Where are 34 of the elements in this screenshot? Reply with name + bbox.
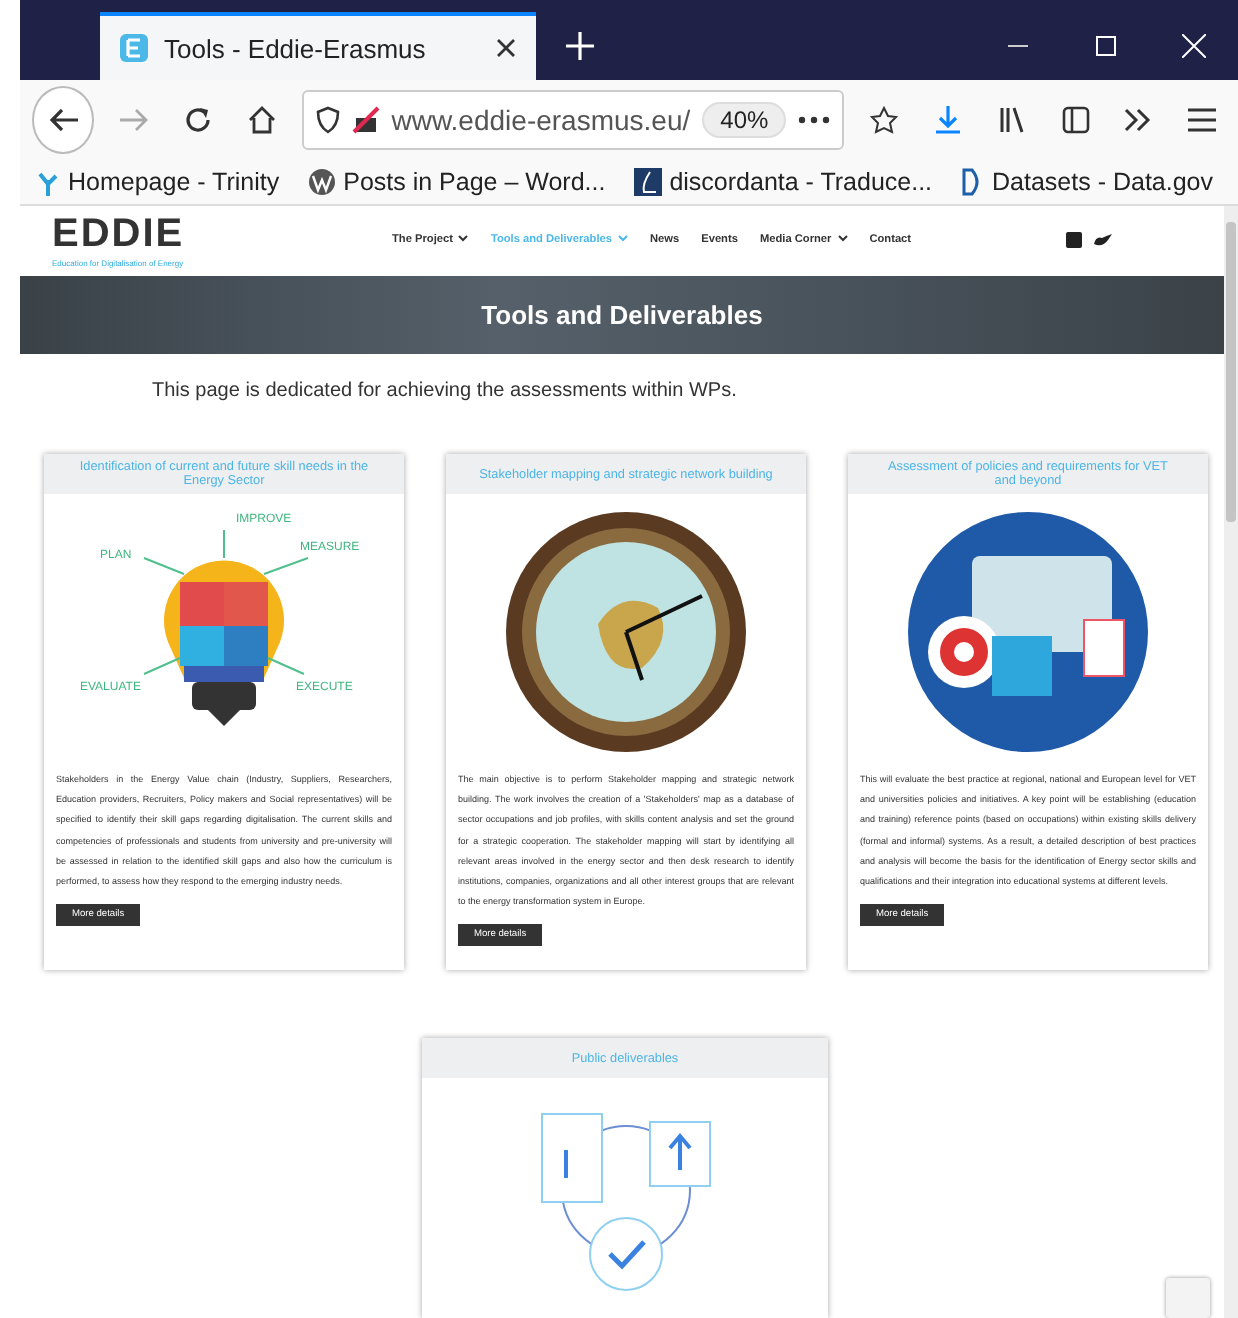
insecure-lock-icon <box>351 106 380 134</box>
network-icon <box>36 168 60 196</box>
sidebar-icon[interactable] <box>1061 106 1090 134</box>
star-icon[interactable] <box>870 106 899 134</box>
site-logo[interactable]: EDDIE <box>52 212 252 259</box>
bookmark-link[interactable]: Datasets - Data.gov <box>960 168 1213 196</box>
close-icon[interactable] <box>496 38 516 58</box>
bookmark-link[interactable]: Homepage - Trinity <box>36 168 280 196</box>
back-button[interactable] <box>32 86 95 154</box>
download-icon[interactable] <box>933 106 962 134</box>
home-icon[interactable] <box>247 106 276 134</box>
bookmark-link[interactable]: discordanta - Traduce... <box>633 168 933 196</box>
recaptcha-badge <box>1166 1278 1210 1318</box>
menu-icon[interactable] <box>1188 108 1217 132</box>
shield-icon <box>315 106 340 134</box>
bookmark-link[interactable]: Posts in Page – Word... <box>307 168 606 196</box>
minimize-icon[interactable] <box>1008 44 1028 48</box>
plus-icon[interactable] <box>566 32 594 60</box>
zoom-level-button[interactable]: 40% <box>702 102 787 138</box>
browser-tab[interactable]: Tools - Eddie-Erasmus <box>100 12 536 80</box>
page-heading: Tools and Deliverables <box>481 299 763 330</box>
tab-title: Tools - Eddie-Erasmus <box>164 33 428 63</box>
script-letter-icon <box>633 168 662 196</box>
address-bar[interactable]: www.eddie-erasmus.eu/ 40% <box>301 90 845 150</box>
library-icon[interactable] <box>997 106 1026 134</box>
maximize-icon[interactable] <box>1096 36 1116 56</box>
url-text: www.eddie-erasmus.eu/ <box>391 104 691 136</box>
arrow-left-icon <box>49 108 78 132</box>
site-favicon-icon <box>120 34 148 62</box>
reload-icon[interactable] <box>184 106 213 134</box>
intro-text: This page is dedicated for achieving the assessments within WPs. <box>152 380 739 402</box>
more-icon[interactable] <box>798 116 831 124</box>
chevrons-right-icon[interactable] <box>1124 108 1153 132</box>
wordpress-icon <box>307 168 336 196</box>
